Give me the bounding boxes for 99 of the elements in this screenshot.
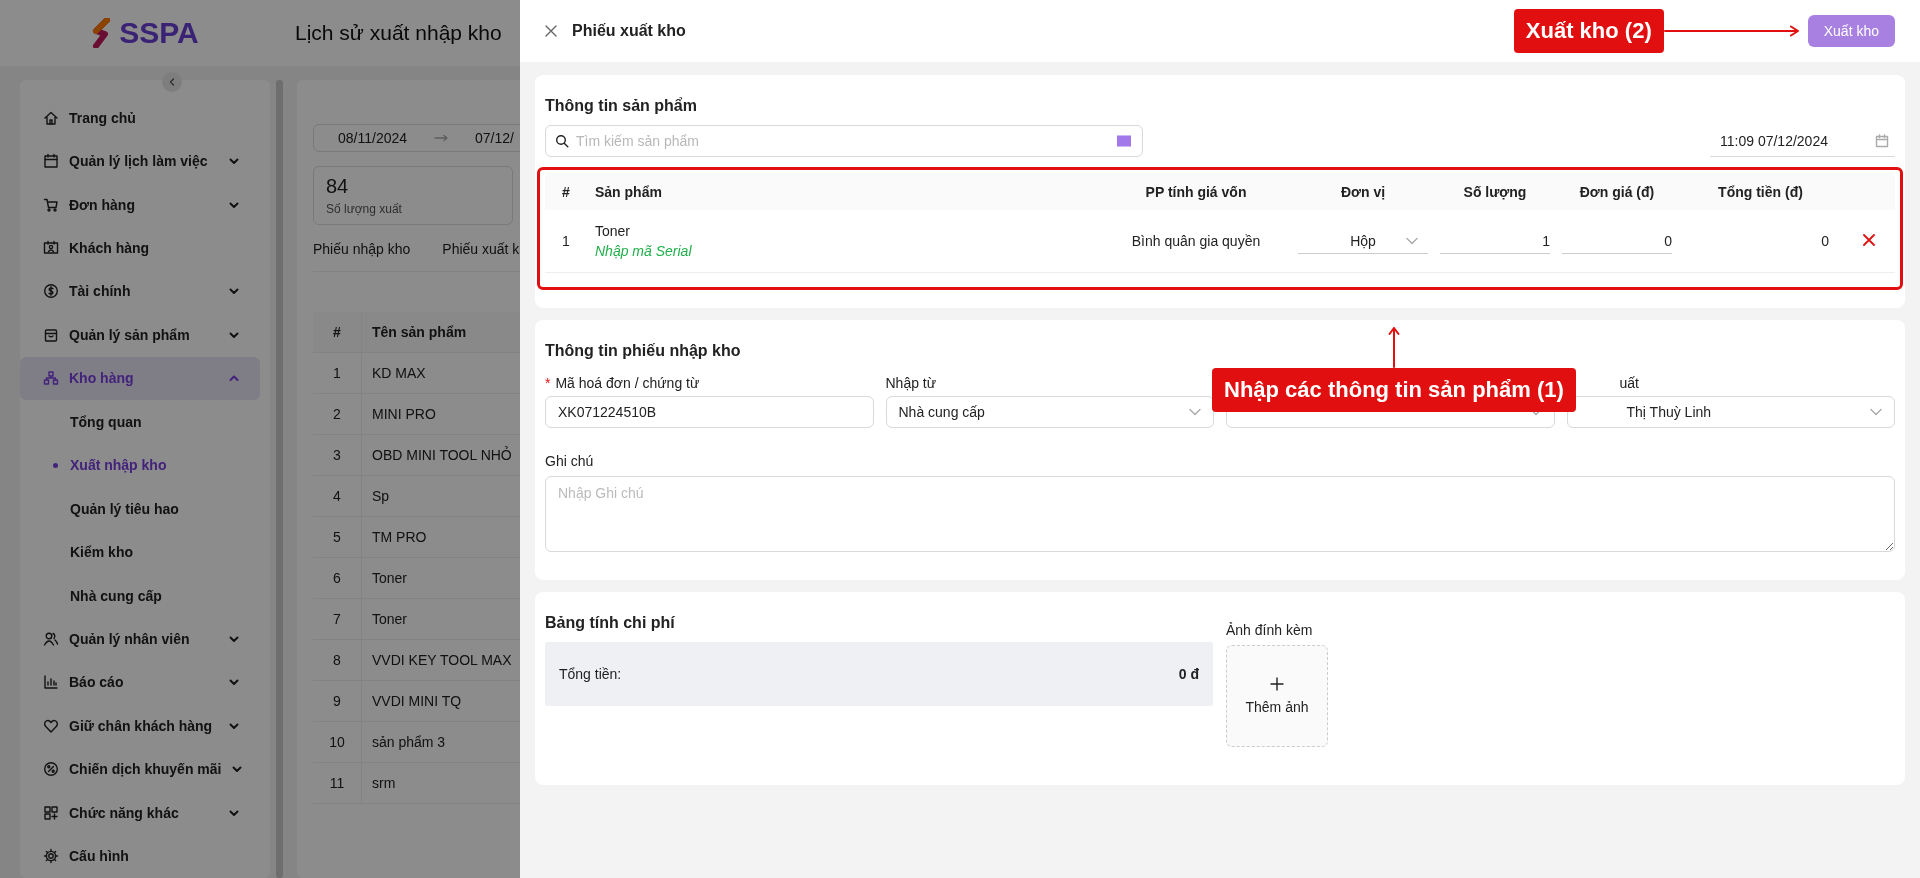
id-card-icon: [43, 240, 59, 257]
sidebar-item[interactable]: Báo cáo: [20, 660, 260, 705]
person-icon: [43, 630, 59, 647]
chevron-down-icon: [1189, 408, 1201, 416]
submenu-item[interactable]: Tổng quan: [20, 400, 270, 444]
close-icon: [1863, 234, 1875, 246]
tab[interactable]: Phiếu xuất k: [442, 241, 520, 259]
sidebar-item[interactable]: Giữ chân khách hàng: [20, 704, 260, 748]
sidebar-item[interactable]: Quản lý lịch làm việc: [20, 139, 260, 183]
table-cell: 1: [313, 352, 362, 394]
calendar-icon: [1875, 133, 1889, 148]
unit-select[interactable]: Hộp: [1298, 228, 1428, 254]
quantity-field[interactable]: 1: [1440, 228, 1550, 254]
logo-text: SSPA: [119, 16, 199, 50]
select-field[interactable]: Nhà cung cấp: [885, 396, 1214, 428]
sidebar-item[interactable]: Chức năng khác: [20, 791, 260, 835]
datetime-field[interactable]: 11:09 07/12/2024: [1710, 125, 1895, 157]
sidebar-item[interactable]: Cấu hình: [20, 834, 260, 878]
grid-icon: [43, 804, 59, 821]
collapse-button[interactable]: [162, 72, 182, 92]
column-header: #: [545, 173, 587, 210]
cart-icon: [43, 196, 59, 213]
tab[interactable]: Phiếu nhập kho: [313, 241, 411, 259]
calendar-icon: [43, 153, 59, 170]
table-cell: 11: [313, 762, 362, 804]
percent-icon: [43, 761, 59, 778]
sidebar-item[interactable]: Khách hàng: [20, 226, 260, 270]
note-field[interactable]: Nhập Ghi chú: [545, 476, 1895, 552]
bar-chart-icon: [43, 674, 59, 691]
date-text: 07/12/: [475, 130, 514, 146]
table-cell: 2: [313, 393, 362, 435]
sidebar-item[interactable]: Quản lý sản phẩm: [20, 313, 260, 357]
submenu-item[interactable]: Quản lý tiêu hao: [20, 486, 270, 531]
field-label: Ảnh đính kèm: [1226, 622, 1314, 638]
price-field[interactable]: 0: [1562, 228, 1672, 254]
column-header: Đơn vị: [1292, 173, 1434, 210]
remove-button[interactable]: [1863, 234, 1875, 246]
submenu-item[interactable]: Kiểm kho: [20, 530, 270, 574]
sidebar-item[interactable]: Trang chủ: [20, 96, 260, 140]
hierarchy-icon: [43, 370, 59, 387]
table-cell: 0: [1678, 210, 1843, 273]
required-mark: *: [545, 375, 551, 391]
table-cell: 9: [313, 680, 362, 722]
plus-icon: [1270, 677, 1284, 691]
column-header: Tổng tiền (đ): [1678, 173, 1843, 210]
search-field[interactable]: Tìm kiếm sản phẩm: [545, 125, 1143, 157]
column-header: PP tính giá vốn: [1100, 173, 1292, 210]
table-cell: 1: [545, 210, 587, 273]
table-cell: 10: [313, 721, 362, 763]
annotation-tooltip: Nhập các thông tin sản phẩm (1): [1212, 368, 1576, 412]
submenu-item[interactable]: Nhà cung cấp: [20, 573, 270, 618]
table-cell: 7: [313, 598, 362, 640]
total-label: Tổng tiền:: [559, 666, 622, 682]
chevron-down-icon: [1870, 408, 1882, 416]
date-text: 08/11/2024: [338, 130, 408, 146]
heart-icon: [43, 717, 59, 734]
home-icon: [43, 109, 59, 126]
stat-label: Số lượng xuất: [326, 202, 403, 216]
select-field[interactable]: Thị Thuỳ Linh: [1566, 396, 1895, 428]
dollar-circle-icon: [43, 283, 59, 300]
text-field[interactable]: XK071224510B: [545, 396, 874, 428]
annotation-arrow: [1387, 326, 1400, 368]
sidebar-item[interactable]: Chiến dịch khuyến mãi: [20, 747, 260, 791]
field-label: Mã hoá đơn / chứng từ: [555, 375, 700, 391]
column-header: Sản phẩm: [587, 173, 1100, 210]
field-label: Nhập từ: [885, 375, 937, 391]
gear-icon: [43, 848, 59, 865]
table-cell: 3: [313, 434, 362, 476]
column-header: Đơn giá (đ): [1556, 173, 1678, 210]
chevron-down-icon: [1406, 236, 1418, 245]
annotation-tooltip: Xuất kho (2): [1513, 9, 1664, 53]
section-title: Bảng tính chi phí: [545, 614, 676, 632]
submenu-item[interactable]: Xuất nhập kho: [20, 443, 270, 487]
field-label: uất: [1619, 375, 1639, 391]
stat-value: 84: [326, 175, 350, 198]
sidebar-item[interactable]: Tài chính: [20, 269, 260, 314]
add-photo-button[interactable]: Thêm ảnh: [1226, 645, 1328, 747]
product-name: Toner: [595, 223, 632, 239]
field-label: Ghi chú: [545, 452, 595, 471]
sidebar-item[interactable]: Kho hàng: [20, 356, 260, 401]
drawer-title: Phiếu xuất kho: [572, 22, 686, 40]
page-title: Lịch sử xuất nhập kho: [294, 21, 502, 45]
table-cell: Bình quân gia quyền: [1100, 210, 1292, 273]
close-icon: [544, 24, 558, 38]
column-header: #: [313, 312, 362, 353]
arrow-right-icon: [433, 133, 450, 143]
table-cell: 6: [313, 557, 362, 599]
sidebar-item[interactable]: Đơn hàng: [20, 182, 260, 227]
table-cell: 8: [313, 639, 362, 681]
table-cell: 5: [313, 516, 362, 558]
close-button[interactable]: [544, 24, 558, 38]
table-cell: 4: [313, 475, 362, 517]
total-value: 0 đ: [1178, 666, 1199, 682]
column-header: Số lượng: [1434, 173, 1556, 210]
sidebar-item[interactable]: Quản lý nhân viên: [20, 617, 260, 661]
chevron-left-icon: [167, 77, 177, 87]
box-icon: [43, 326, 59, 343]
serial-link[interactable]: Nhập mã Serial: [595, 243, 692, 259]
section-title: Thông tin sản phẩm: [545, 97, 698, 115]
